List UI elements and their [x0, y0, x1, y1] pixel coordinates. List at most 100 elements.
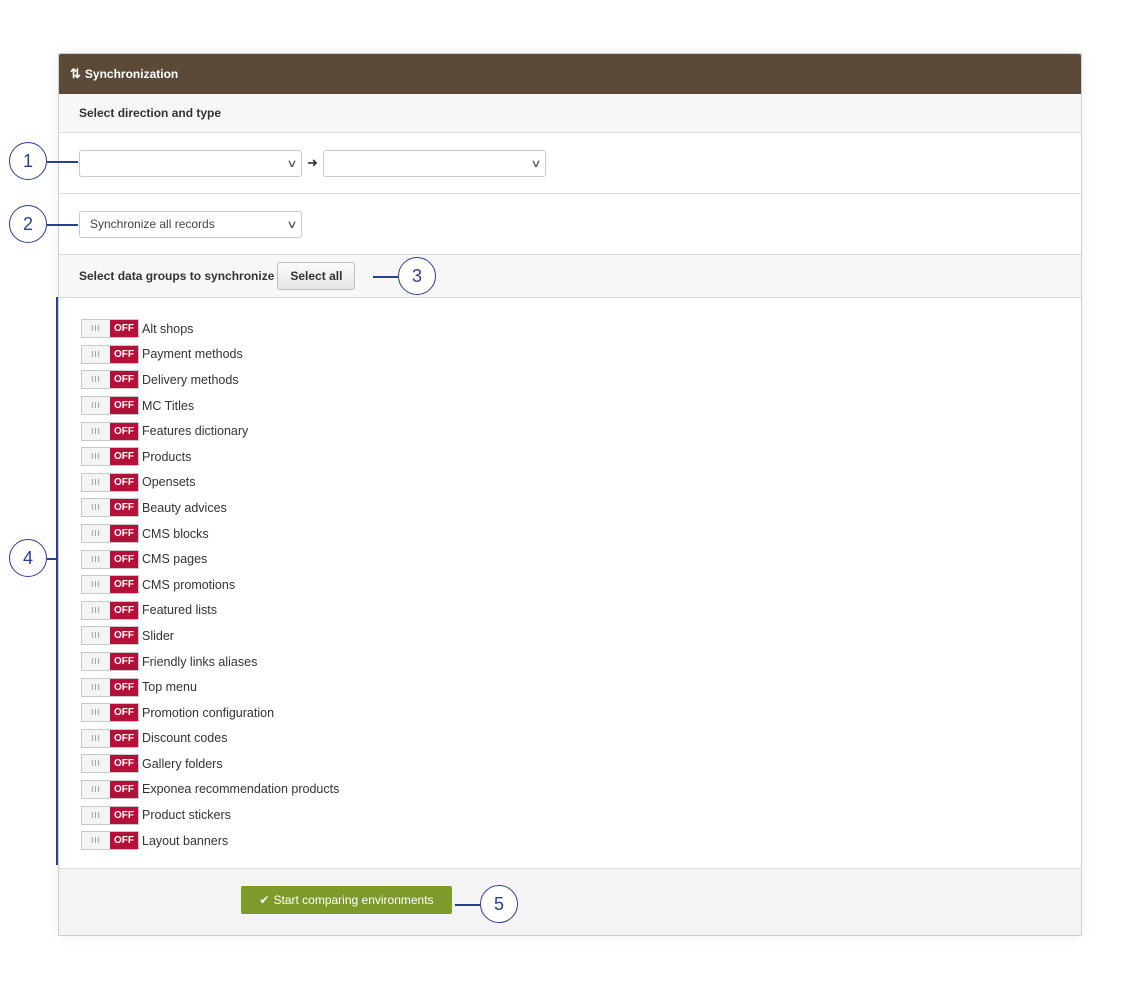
list-item: III OFF Features dictionary [81, 418, 1081, 444]
panel-footer: ✔ Start comparing environments [59, 868, 1081, 935]
group-toggle[interactable]: III OFF [81, 319, 139, 339]
callout-3: 3 [398, 257, 436, 295]
group-toggle[interactable]: III OFF [81, 831, 139, 851]
toggle-off-label: OFF [110, 473, 138, 491]
group-label: Featured lists [142, 603, 218, 618]
toggle-handle: III [82, 780, 110, 798]
callout-4: 4 [9, 539, 47, 577]
toggle-handle: III [82, 422, 110, 440]
group-toggle[interactable]: III OFF [81, 344, 139, 364]
group-label: Gallery folders [142, 756, 223, 771]
group-toggle[interactable]: III OFF [81, 677, 139, 697]
toggle-handle: III [82, 371, 110, 389]
group-toggle[interactable]: III OFF [81, 447, 139, 467]
group-label: Top menu [142, 680, 197, 695]
group-label: Delivery methods [142, 372, 239, 387]
group-toggle[interactable]: III OFF [81, 703, 139, 723]
group-label: Beauty advices [142, 500, 227, 515]
group-label: Slider [142, 628, 174, 643]
group-label: CMS blocks [142, 526, 209, 541]
toggle-handle: III [82, 576, 110, 594]
toggle-off-label: OFF [110, 729, 138, 747]
list-item: III OFF Top menu [81, 674, 1081, 700]
arrow-right-icon: ➜ [307, 155, 318, 170]
select-all-button[interactable]: Select all [277, 262, 356, 290]
group-toggle[interactable]: III OFF [81, 728, 139, 748]
toggle-off-label: OFF [110, 448, 138, 466]
sync-type-select[interactable]: Synchronize all records ∨ [79, 210, 302, 238]
toggle-handle: III [82, 806, 110, 824]
callout-1: 1 [9, 142, 47, 180]
toggle-handle: III [82, 345, 110, 363]
toggle-off-label: OFF [110, 678, 138, 696]
toggle-off-label: OFF [110, 422, 138, 440]
synchronization-panel: ⇅ Synchronization Select direction and t… [58, 53, 1082, 936]
toggle-off-label: OFF [110, 550, 138, 568]
list-item: III OFF CMS pages [81, 546, 1081, 572]
group-label: CMS promotions [142, 577, 236, 592]
list-item: III OFF Promotion configuration [81, 700, 1081, 726]
groups-section-title: Select data groups to synchronize [79, 269, 275, 283]
list-item: III OFF Friendly links aliases [81, 649, 1081, 675]
group-toggle[interactable]: III OFF [81, 805, 139, 825]
toggle-handle: III [82, 832, 110, 850]
toggle-off-label: OFF [110, 371, 138, 389]
start-comparing-button[interactable]: ✔ Start comparing environments [241, 886, 452, 914]
panel-header: ⇅ Synchronization [59, 54, 1081, 94]
list-item: III OFF Discount codes [81, 726, 1081, 752]
toggle-handle: III [82, 473, 110, 491]
list-item: III OFF CMS promotions [81, 572, 1081, 598]
target-environment-select[interactable]: ∨ [322, 149, 546, 177]
list-item: III OFF Layout banners [81, 828, 1081, 854]
group-toggle[interactable]: III OFF [81, 626, 139, 646]
chevron-down-icon: ∨ [286, 157, 298, 170]
group-toggle[interactable]: III OFF [81, 652, 139, 672]
toggle-handle: III [82, 678, 110, 696]
group-toggle[interactable]: III OFF [81, 524, 139, 544]
group-label: Friendly links aliases [142, 654, 258, 669]
toggle-handle: III [82, 499, 110, 517]
toggle-handle: III [82, 525, 110, 543]
sync-type-row: Synchronize all records ∨ [59, 194, 1081, 255]
toggle-off-label: OFF [110, 397, 138, 415]
toggle-off-label: OFF [110, 832, 138, 850]
list-item: III OFF Exponea recommendation products [81, 777, 1081, 803]
callout-5-line [455, 904, 480, 906]
list-item: III OFF Featured lists [81, 598, 1081, 624]
list-item: III OFF Beauty advices [81, 495, 1081, 521]
toggle-handle: III [82, 320, 110, 338]
chevron-down-icon: ∨ [286, 218, 298, 231]
toggle-off-label: OFF [110, 755, 138, 773]
group-label: Opensets [142, 475, 196, 490]
chevron-down-icon: ∨ [530, 157, 542, 170]
source-environment-select[interactable]: ∨ [79, 149, 302, 177]
group-toggle[interactable]: III OFF [81, 472, 139, 492]
sync-icon: ⇅ [70, 66, 81, 81]
group-toggle[interactable]: III OFF [81, 370, 139, 390]
group-toggle[interactable]: III OFF [81, 575, 139, 595]
toggle-off-label: OFF [110, 704, 138, 722]
toggle-handle: III [82, 704, 110, 722]
list-item: III OFF Gallery folders [81, 751, 1081, 777]
list-item: III OFF CMS blocks [81, 521, 1081, 547]
group-toggle[interactable]: III OFF [81, 754, 139, 774]
toggle-handle: III [82, 755, 110, 773]
callout-1-line [47, 161, 78, 163]
callout-3-line [373, 276, 398, 278]
group-label: Promotion configuration [142, 705, 275, 720]
toggle-handle: III [82, 627, 110, 645]
sync-type-value: Synchronize all records [90, 217, 215, 231]
toggle-off-label: OFF [110, 320, 138, 338]
group-toggle[interactable]: III OFF [81, 779, 139, 799]
group-label: Features dictionary [142, 424, 249, 439]
direction-section-title: Select direction and type [59, 94, 1081, 133]
group-toggle[interactable]: III OFF [81, 600, 139, 620]
group-toggle[interactable]: III OFF [81, 396, 139, 416]
group-toggle[interactable]: III OFF [81, 421, 139, 441]
toggle-handle: III [82, 601, 110, 619]
group-toggle[interactable]: III OFF [81, 549, 139, 569]
group-label: CMS pages [142, 552, 208, 567]
group-label: Exponea recommendation products [142, 782, 340, 797]
toggle-off-label: OFF [110, 653, 138, 671]
group-toggle[interactable]: III OFF [81, 498, 139, 518]
